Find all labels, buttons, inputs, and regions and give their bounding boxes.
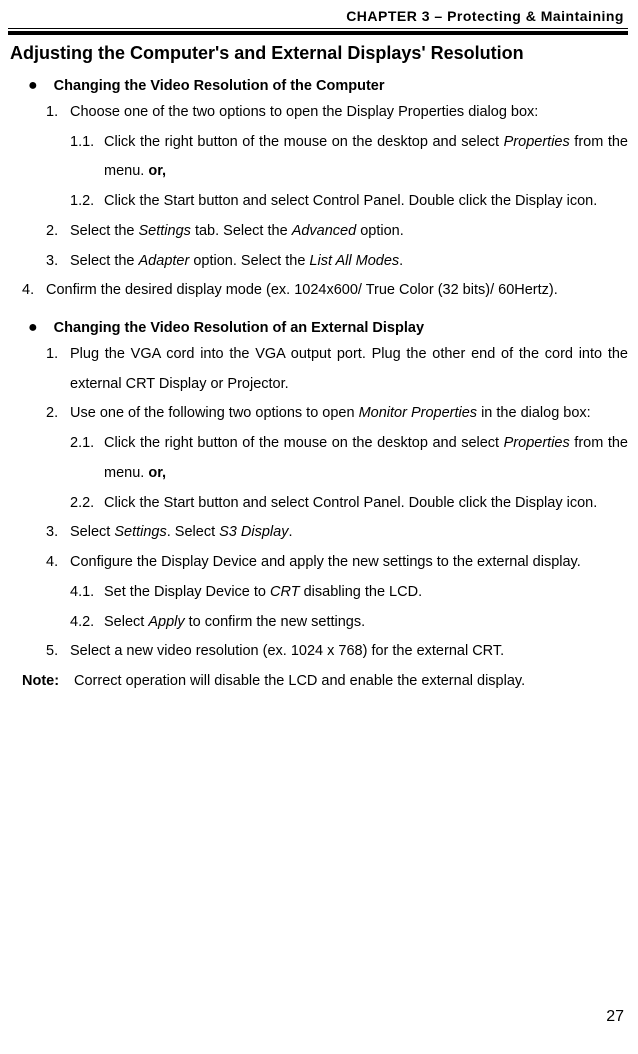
b-step-4-1-num: 4.1. xyxy=(70,578,104,608)
bullet-b: ● Changing the Video Resolution of an Ex… xyxy=(28,320,628,336)
text: Select the xyxy=(70,223,139,239)
a-step-1-1: 1.1. Click the right button of the mouse… xyxy=(70,128,628,187)
a-step-4-num: 4. xyxy=(22,276,46,306)
text-em: Settings xyxy=(114,524,166,540)
text-em: Settings xyxy=(139,223,191,239)
b-step-2-2-text: Click the Start button and select Contro… xyxy=(104,489,628,519)
text-em: CRT xyxy=(270,584,300,600)
text: Select the xyxy=(70,253,139,269)
note: Note: Correct operation will disable the… xyxy=(22,667,628,697)
chapter-header: CHAPTER 3 – Protecting & Maintaining xyxy=(8,8,628,24)
b-step-5-text: Select a new video resolution (ex. 1024 … xyxy=(70,637,628,667)
text: to confirm the new settings. xyxy=(185,614,366,630)
text-bold: or, xyxy=(148,163,166,179)
page: CHAPTER 3 – Protecting & Maintaining Adj… xyxy=(0,0,638,1054)
b-step-2-num: 2. xyxy=(46,399,70,429)
text: in the dialog box: xyxy=(477,405,591,421)
a-step-1-1-num: 1.1. xyxy=(70,128,104,187)
spacer xyxy=(8,306,628,320)
b-step-4-1-text: Set the Display Device to CRT disabling … xyxy=(104,578,628,608)
text-em: Properties xyxy=(504,435,570,451)
a-step-4-text: Confirm the desired display mode (ex. 10… xyxy=(46,276,628,306)
section-b-body: 1. Plug the VGA cord into the VGA output… xyxy=(8,340,628,697)
b-step-4-text: Configure the Display Device and apply t… xyxy=(70,548,628,578)
text: Select xyxy=(70,524,114,540)
text-em: List All Modes xyxy=(309,253,399,269)
a-step-1-1-text: Click the right button of the mouse on t… xyxy=(104,128,628,187)
b-step-4: 4. Configure the Display Device and appl… xyxy=(46,548,628,578)
a-step-1-2-num: 1.2. xyxy=(70,187,104,217)
text: Click the right button of the mouse on t… xyxy=(104,435,504,451)
b-step-2-1: 2.1. Click the right button of the mouse… xyxy=(70,429,628,488)
b-step-2-text: Use one of the following two options to … xyxy=(70,399,628,429)
b-step-5-num: 5. xyxy=(46,637,70,667)
b-step-4-num: 4. xyxy=(46,548,70,578)
note-label: Note: xyxy=(22,667,74,697)
b-step-1-text: Plug the VGA cord into the VGA output po… xyxy=(70,340,628,399)
text-bold: or, xyxy=(148,465,166,481)
b-step-5: 5. Select a new video resolution (ex. 10… xyxy=(46,637,628,667)
rule-thin xyxy=(8,28,628,29)
b-step-4-2-text: Select Apply to confirm the new settings… xyxy=(104,608,628,638)
bullet-b-text: Changing the Video Resolution of an Exte… xyxy=(54,320,424,336)
bullet-dot-icon: ● xyxy=(28,320,38,336)
text: Set the Display Device to xyxy=(104,584,270,600)
text: Select xyxy=(104,614,148,630)
a-step-2: 2. Select the Settings tab. Select the A… xyxy=(46,217,628,247)
note-text: Correct operation will disable the LCD a… xyxy=(74,667,628,697)
text-em: S3 Display xyxy=(219,524,288,540)
section-title: Adjusting the Computer's and External Di… xyxy=(10,43,626,64)
text: disabling the LCD. xyxy=(300,584,423,600)
text-em: Advanced xyxy=(292,223,357,239)
b-step-2-1-num: 2.1. xyxy=(70,429,104,488)
a-step-1-2: 1.2. Click the Start button and select C… xyxy=(70,187,628,217)
text-em: Properties xyxy=(504,134,570,150)
b-step-2: 2. Use one of the following two options … xyxy=(46,399,628,429)
b-step-1-num: 1. xyxy=(46,340,70,399)
text-em: Adapter xyxy=(139,253,190,269)
a-step-3-num: 3. xyxy=(46,247,70,277)
text: . Select xyxy=(167,524,219,540)
bullet-a-text: Changing the Video Resolution of the Com… xyxy=(54,78,385,94)
bullet-a: ● Changing the Video Resolution of the C… xyxy=(28,78,628,94)
text: option. xyxy=(356,223,404,239)
text-em: Monitor Properties xyxy=(359,405,477,421)
a-step-1-2-text: Click the Start button and select Contro… xyxy=(104,187,628,217)
text: Use one of the following two options to … xyxy=(70,405,359,421)
text: . xyxy=(399,253,403,269)
b-step-2-2: 2.2. Click the Start button and select C… xyxy=(70,489,628,519)
rule-thick xyxy=(8,31,628,35)
a-step-2-text: Select the Settings tab. Select the Adva… xyxy=(70,217,628,247)
b-step-3: 3. Select Settings. Select S3 Display. xyxy=(46,518,628,548)
b-step-1: 1. Plug the VGA cord into the VGA output… xyxy=(46,340,628,399)
text: Click the right button of the mouse on t… xyxy=(104,134,504,150)
b-step-4-2-num: 4.2. xyxy=(70,608,104,638)
b-step-2-2-num: 2.2. xyxy=(70,489,104,519)
a-step-1: 1. Choose one of the two options to open… xyxy=(46,98,628,128)
a-step-3-text: Select the Adapter option. Select the Li… xyxy=(70,247,628,277)
b-step-4-1: 4.1. Set the Display Device to CRT disab… xyxy=(70,578,628,608)
text: tab. Select the xyxy=(191,223,292,239)
b-step-3-num: 3. xyxy=(46,518,70,548)
text: . xyxy=(288,524,292,540)
b-step-2-1-text: Click the right button of the mouse on t… xyxy=(104,429,628,488)
text-em: Apply xyxy=(148,614,184,630)
b-step-3-text: Select Settings. Select S3 Display. xyxy=(70,518,628,548)
section-a-body: 1. Choose one of the two options to open… xyxy=(8,98,628,306)
a-step-1-text: Choose one of the two options to open th… xyxy=(70,98,628,128)
page-number: 27 xyxy=(606,1008,624,1026)
a-step-2-num: 2. xyxy=(46,217,70,247)
a-step-1-num: 1. xyxy=(46,98,70,128)
b-step-4-2: 4.2. Select Apply to confirm the new set… xyxy=(70,608,628,638)
a-step-4: 4. Confirm the desired display mode (ex.… xyxy=(22,276,628,306)
text: option. Select the xyxy=(189,253,309,269)
a-step-3: 3. Select the Adapter option. Select the… xyxy=(46,247,628,277)
bullet-dot-icon: ● xyxy=(28,78,38,94)
